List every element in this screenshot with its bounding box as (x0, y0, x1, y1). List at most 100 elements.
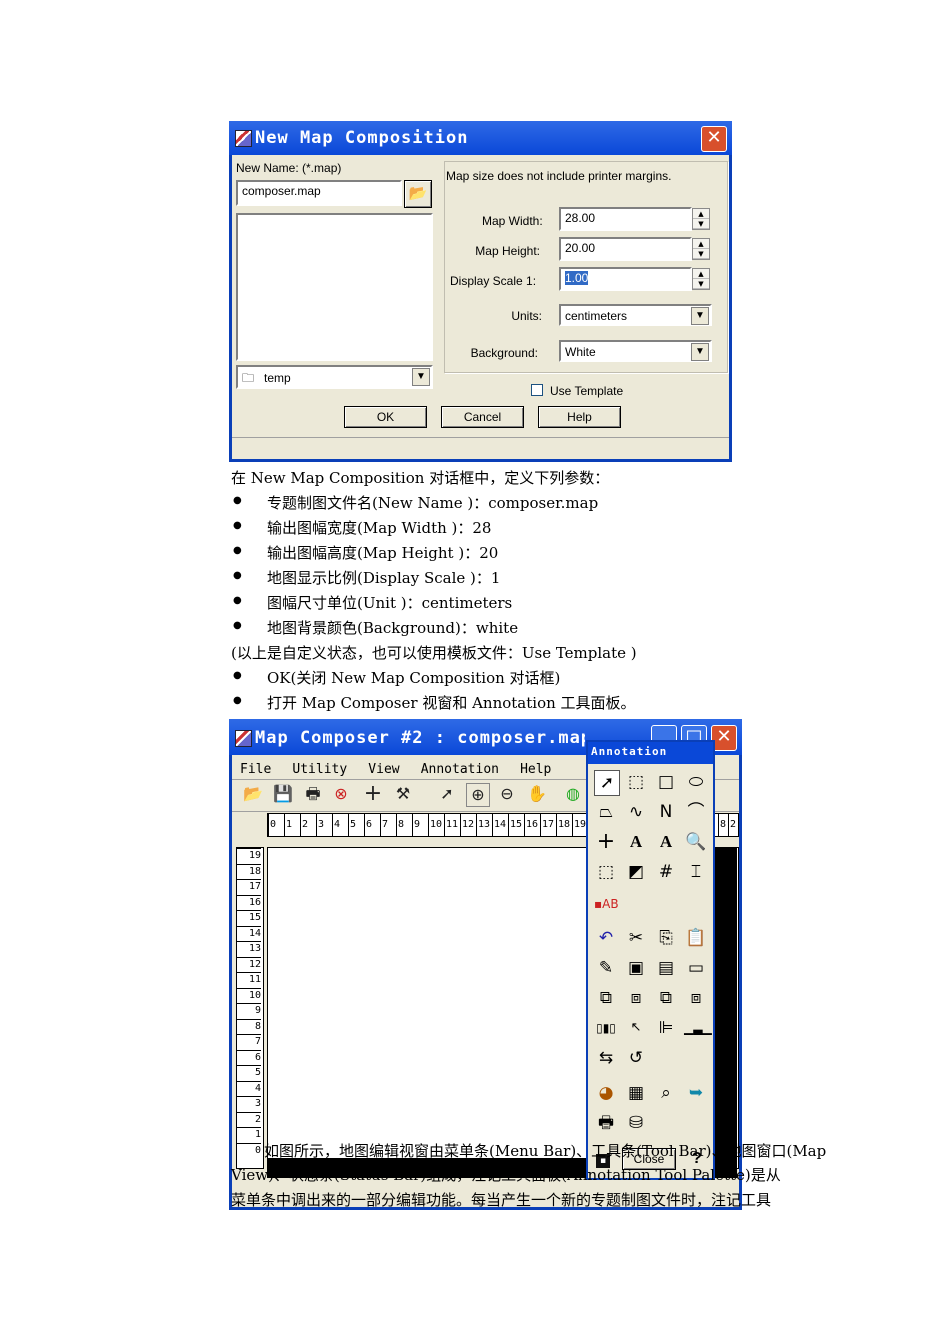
ruler-tick: 13 (237, 941, 261, 956)
ruler-tick: 1 (237, 1127, 261, 1142)
ruler-tick: 8 (237, 1018, 261, 1034)
chevron-down-icon[interactable]: ▼ (691, 307, 709, 325)
bottom-text-line3: 菜单条中调出来的一部分编辑功能。每当产生一个新的专题制图文件时，注记工具 (231, 1191, 772, 1209)
menu-view[interactable]: View (368, 762, 399, 777)
ruler-tick: 17 (540, 814, 554, 836)
polygon-icon[interactable]: ⏢ (594, 800, 618, 824)
cut-icon[interactable]: ✂ (624, 926, 648, 950)
align-horizontal-icon[interactable]: ▯▮▯ (594, 1016, 618, 1040)
display-scale-spinner[interactable]: ▲ ▼ (692, 268, 710, 290)
display-scale-input[interactable]: 1.00 (559, 267, 692, 291)
map-height-spinner[interactable]: ▲ ▼ (692, 238, 710, 260)
curve-icon[interactable]: N (654, 800, 678, 824)
new-map-composition-dialog: New Map Composition ✕ New Name: (*.map) … (229, 121, 732, 462)
help-button[interactable]: Help (538, 406, 621, 428)
table-icon[interactable]: ▦ (624, 1081, 648, 1105)
rectangle-icon[interactable]: □ (654, 770, 678, 794)
menu-utility[interactable]: Utility (292, 762, 347, 777)
filename-input[interactable]: composer.map (236, 180, 402, 206)
ok-button[interactable]: OK (344, 406, 427, 428)
group-icon[interactable]: ▣ (624, 956, 648, 980)
intro-text: 在 New Map Composition 对话框中，定义下列参数： (231, 469, 610, 487)
bottom-text-line1: 如图所示，地图编辑视窗由菜单条(Menu Bar)、工具条(Tool Bar)、… (264, 1142, 827, 1160)
copy-icon[interactable]: ⎘ (654, 926, 678, 950)
dialog-title-bar[interactable]: New Map Composition ✕ (229, 121, 732, 155)
backward-icon[interactable]: ⧈ (684, 986, 708, 1010)
select-arrow-icon[interactable]: ➚ (436, 783, 458, 805)
menu-annotation[interactable]: Annotation (421, 762, 499, 777)
palette-title-bar[interactable]: Annotation (588, 742, 713, 764)
palette-color-icon[interactable]: ◕ (594, 1081, 618, 1105)
rotate-icon[interactable]: ↺ (624, 1046, 648, 1070)
flip-icon[interactable]: ⇆ (594, 1046, 618, 1070)
ruler-tick: 13 (476, 814, 490, 836)
layers-icon[interactable]: ⛁ (624, 1111, 648, 1135)
export-icon[interactable]: ➥ (684, 1081, 708, 1105)
zoom-in-icon[interactable]: ⊕ (466, 783, 490, 807)
map-width-input[interactable]: 28.00 (559, 207, 692, 231)
scale-bar-icon[interactable]: ⌶ (684, 860, 708, 884)
crosshair-icon[interactable]: + (362, 783, 384, 805)
send-back-icon[interactable]: ⧈ (624, 986, 648, 1010)
undo-icon[interactable]: ↶ (594, 926, 618, 950)
print-page-icon[interactable]: 🖶 (594, 1111, 618, 1135)
units-value: centimeters (565, 309, 628, 323)
palette-title: Annotation (591, 745, 668, 758)
menu-help[interactable]: Help (520, 762, 551, 777)
marquee-icon[interactable]: ⬚ (624, 770, 648, 794)
ruler-tick: 7 (380, 814, 388, 836)
ruler-tick: 5 (348, 814, 356, 836)
grid-icon[interactable]: # (654, 860, 678, 884)
polyline-icon[interactable]: ∿ (624, 800, 648, 824)
globe-icon[interactable]: ◍ (562, 783, 584, 805)
reshape-icon[interactable]: ✎ (594, 956, 618, 980)
print-icon[interactable]: 🖶 (302, 783, 324, 805)
align-left-icon[interactable]: ⊫ (654, 1016, 678, 1040)
arc-icon[interactable]: ⌒ (684, 800, 708, 824)
hammer-icon[interactable]: ⚒ (392, 783, 414, 805)
pan-hand-icon[interactable]: ✋ (526, 783, 548, 805)
zoom-out-icon[interactable]: ⊖ (496, 783, 518, 805)
properties-icon[interactable]: ▭ (684, 956, 708, 980)
cancel-icon[interactable]: ⊗ (330, 783, 352, 805)
legend-icon[interactable]: ▪︎AB (594, 892, 619, 916)
magnifier-icon[interactable]: 🔍 (684, 830, 708, 854)
use-template-checkbox[interactable] (531, 384, 543, 396)
align-corner-icon[interactable]: ↖ (624, 1016, 648, 1040)
chevron-down-icon[interactable]: ▼ (412, 368, 430, 386)
ruler-tick: 17 (237, 879, 261, 894)
close-icon[interactable]: ✕ (701, 126, 727, 152)
folder-select[interactable]: 🗀 temp ▼ (236, 365, 433, 389)
forward-icon[interactable]: ⧉ (654, 986, 678, 1010)
open-folder-button[interactable]: 📂 (404, 180, 432, 208)
align-bottom-icon[interactable]: ▁▃▁ (684, 1016, 712, 1040)
ruler-tick: 19 (572, 814, 586, 836)
ruler-tick: 5 (237, 1065, 261, 1080)
bring-front-icon[interactable]: ⧉ (594, 986, 618, 1010)
file-list[interactable] (236, 213, 433, 361)
save-icon[interactable]: 💾 (272, 783, 294, 805)
text-style-icon[interactable]: A (654, 830, 678, 854)
map-frame-icon[interactable]: ⬚ (594, 860, 618, 884)
units-select[interactable]: centimeters ▼ (559, 304, 712, 326)
north-arrow-icon[interactable]: ◩ (624, 860, 648, 884)
folder-icon: 🗀 (242, 371, 255, 385)
map-height-input[interactable]: 20.00 (559, 237, 692, 261)
paste-icon[interactable]: 📋 (684, 926, 708, 950)
open-icon[interactable]: 📂 (242, 783, 264, 805)
ungroup-icon[interactable]: ▤ (654, 956, 678, 980)
ellipse-icon[interactable]: ⬭ (684, 770, 708, 794)
point-icon[interactable]: + (594, 830, 618, 854)
chevron-down-icon[interactable]: ▼ (691, 343, 709, 361)
folder-open-icon: 📂 (408, 185, 428, 202)
inspect-icon[interactable]: ⌕ (654, 1081, 678, 1105)
ruler-tick: 4 (237, 1080, 261, 1096)
cancel-button[interactable]: Cancel (441, 406, 524, 428)
background-select[interactable]: White ▼ (559, 340, 712, 362)
display-scale-label: Display Scale 1: (450, 274, 537, 288)
text-icon[interactable]: A (624, 830, 648, 854)
select-arrow-icon[interactable]: ➚ (594, 770, 620, 796)
map-width-spinner[interactable]: ▲ ▼ (692, 208, 710, 230)
menu-file[interactable]: File (240, 762, 271, 777)
ruler-tick: 2 (300, 814, 308, 836)
